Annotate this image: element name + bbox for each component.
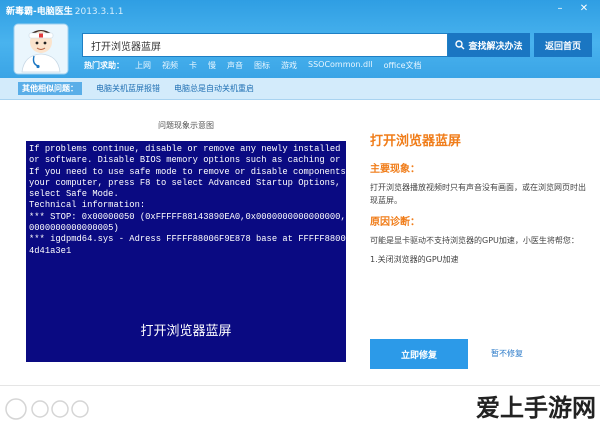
- hot-keyword-link[interactable]: 慢: [208, 60, 216, 71]
- bsod-overlay-title: 打开浏览器蓝屏: [140, 324, 232, 339]
- fix-now-button[interactable]: 立即修复: [370, 339, 468, 369]
- hot-keyword-link[interactable]: 声音: [227, 60, 243, 71]
- bsod-line: *** igdpmd64.sys - Adress FFFFF88006F9E8…: [29, 234, 346, 245]
- header-bar: 新毒霸-电脑医生2013.3.1.1 – ✕ 查: [0, 0, 600, 78]
- corner-logo-icon: [5, 398, 89, 420]
- hot-keywords: 热门求助： 上网 视频 卡 慢 声音 图标 游戏 SSOCommon.dll o…: [84, 60, 422, 71]
- fix-step-text: 1.关闭浏览器的GPU加速: [370, 255, 459, 264]
- hot-keyword-link[interactable]: 上网: [135, 60, 151, 71]
- window-title: 新毒霸-电脑医生 2013.3.1.1: [6, 4, 123, 17]
- bsod-line: Technical information:: [29, 200, 146, 211]
- doctor-mascot-icon: [13, 23, 69, 75]
- search-button-label: 查找解决办法: [468, 41, 523, 52]
- bsod-line: select Safe Mode.: [29, 189, 119, 200]
- search-field-wrapper: [82, 33, 448, 57]
- search-solution-button[interactable]: 查找解决办法: [448, 33, 530, 57]
- bsod-line: 4d41a3e1: [29, 245, 72, 256]
- hot-keyword-link[interactable]: 卡: [189, 60, 197, 71]
- hot-keyword-link[interactable]: 游戏: [281, 60, 297, 71]
- bsod-line: *** STOP: 0x00000050 (0xFFFFF88143890EA0…: [29, 211, 346, 222]
- similar-issues-label: 其他相似问题：: [18, 82, 82, 95]
- bsod-line: If you need to use safe mode to remove o…: [29, 166, 346, 177]
- symptom-text: 打开浏览器播放视频时只有声音没有画面，或在浏览网页时出现蓝屏。: [370, 183, 586, 205]
- app-name: 新毒霸-电脑医生: [6, 7, 73, 17]
- symptom-heading: 主要现象：: [370, 164, 420, 175]
- similar-issue-link[interactable]: 电脑关机蓝屏报错: [96, 83, 160, 94]
- hot-keywords-label: 热门求助：: [84, 61, 124, 70]
- bsod-line: If problems continue, disable or remove …: [29, 144, 346, 154]
- hot-keyword-link[interactable]: SSOCommon.dll: [308, 60, 373, 71]
- skip-fix-link[interactable]: 暂不修复: [491, 348, 523, 359]
- search-icon: [455, 40, 465, 50]
- similar-issues-bar: 其他相似问题： 电脑关机蓝屏报错 电脑总是自动关机重启: [0, 78, 600, 100]
- bsod-line: your computer, press F8 to select Advanc…: [29, 177, 346, 188]
- bsod-line: 0000000000000005): [29, 223, 119, 234]
- window-controls: – ✕: [550, 2, 594, 16]
- bsod-line: or software. Disable BIOS memory options…: [29, 155, 346, 166]
- app-window: 新毒霸-电脑医生2013.3.1.1 – ✕ 查: [0, 0, 600, 427]
- app-version: 2013.3.1.1: [74, 7, 124, 17]
- minimize-button[interactable]: –: [550, 2, 570, 16]
- similar-issue-link[interactable]: 电脑总是自动关机重启: [174, 83, 254, 94]
- diagnosis-panel: 打开浏览器蓝屏 主要现象： 打开浏览器播放视频时只有声音没有画面，或在浏览网页时…: [370, 130, 592, 272]
- hot-keyword-link[interactable]: 图标: [254, 60, 270, 71]
- illustration-caption: 问题现象示意图: [158, 121, 214, 130]
- back-home-button[interactable]: 返回首页: [534, 33, 592, 57]
- search-input[interactable]: [83, 34, 447, 56]
- hot-keyword-link[interactable]: 视频: [162, 60, 178, 71]
- close-button[interactable]: ✕: [574, 2, 594, 16]
- hot-keyword-link[interactable]: office文档: [384, 60, 422, 71]
- cause-heading: 原因诊断：: [370, 217, 420, 228]
- issue-title: 打开浏览器蓝屏: [370, 134, 462, 149]
- footer-divider: [0, 385, 600, 386]
- site-watermark: 爱上手游网: [476, 394, 596, 422]
- cause-text: 可能是显卡驱动不支持浏览器的GPU加速，小医生将帮您：: [370, 236, 579, 245]
